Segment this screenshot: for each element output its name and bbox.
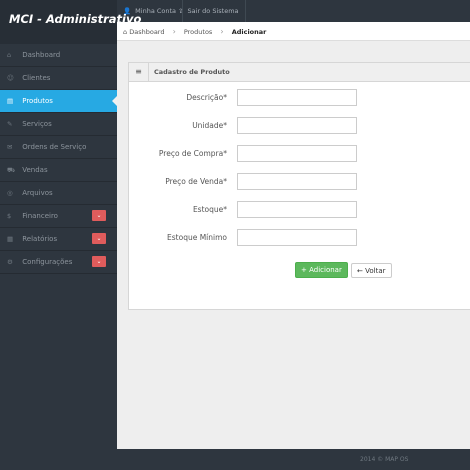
form-row-preco-compra: Preço de Compra* [129,145,470,162]
sidebar-item-label: Ordens de Serviço [22,143,87,151]
sidebar-item-label: Financeiro [22,212,58,220]
sidebar-item-financeiro[interactable]: $ Financeiro ⌄ [0,205,117,228]
plus-icon: + [301,266,307,274]
breadcrumb-adicionar[interactable]: Adicionar [232,28,267,36]
arrow-left-icon: ← [357,267,363,275]
footer-text: 2014 © MAP OS [360,456,409,463]
form-row-descricao: Descrição* [129,89,470,106]
product-form-panel: ≡ Cadastro de Produto Descrição* Unidade… [128,62,470,310]
add-button[interactable]: + Adicionar [295,262,348,278]
chevron-down-icon[interactable]: ⌄ [92,210,106,221]
sidebar-item-servicos[interactable]: ✎ Serviços [0,113,117,136]
share-icon: ⇪ [178,7,184,15]
sidebar-item-label: Configurações [22,258,73,266]
footer: 2014 © MAP OS [117,449,470,470]
barcode-icon: ▤ [7,97,14,105]
preco-compra-input[interactable] [237,145,357,162]
cart-icon: ⛟ [7,166,16,174]
chevron-down-icon[interactable]: ⌄ [92,256,106,267]
sidebar-item-label: Serviços [22,120,52,128]
chevron-down-icon[interactable]: ⌄ [92,233,106,244]
unidade-input[interactable] [237,117,357,134]
list-alt-icon: ▦ [7,235,14,243]
list-icon: ≡ [129,63,149,82]
breadcrumb: ⌂ Dashboard › Produtos › Adicionar [117,22,470,41]
sidebar-item-relatorios[interactable]: ▦ Relatórios ⌄ [0,228,117,251]
sidebar-item-vendas[interactable]: ⛟ Vendas [0,159,117,182]
sidebar-item-configuracoes[interactable]: ⚙ Configurações ⌄ [0,251,117,274]
sidebar-item-ordens-de-servico[interactable]: ✉ Ordens de Serviço [0,136,117,159]
estoque-minimo-input[interactable] [237,229,357,246]
estoque-input[interactable] [237,201,357,218]
estoque-minimo-label: Estoque Mínimo [167,233,227,242]
brand: MCI - Administrativo [0,0,141,44]
form-row-estoque: Estoque* [129,201,470,218]
home-icon: ⌂ [123,28,128,36]
breadcrumb-produtos[interactable]: Produtos [184,28,212,36]
group-icon: ☺ [7,74,14,82]
sidebar-item-produtos[interactable]: ▤ Produtos [0,90,117,113]
preco-venda-input[interactable] [237,173,357,190]
hdd-icon: ◎ [7,189,13,197]
main-content: ⌂ Dashboard › Produtos › Adicionar ≡ Cad… [117,22,470,449]
sidebar: ⌂ Dashboard ☺ Clientes ▤ Produtos ✎ Serv… [0,44,117,470]
wrench-icon: ✎ [7,120,13,128]
estoque-label: Estoque* [192,205,227,214]
sidebar-item-label: Arquivos [22,189,53,197]
home-icon: ⌂ [7,51,12,59]
tags-icon: ✉ [7,143,13,151]
preco-compra-label: Preço de Compra* [158,149,227,158]
sidebar-item-label: Vendas [22,166,48,174]
descricao-label: Descrição* [186,93,227,102]
logout-label: Sair do Sistema [187,7,239,15]
sidebar-item-dashboard[interactable]: ⌂ Dashboard [0,44,117,67]
logout-link[interactable]: ⇪ Sair do Sistema [172,0,246,22]
chevron-right-icon: › [220,27,224,36]
cog-icon: ⚙ [7,258,13,266]
add-button-label: Adicionar [309,266,342,274]
sidebar-item-label: Relatórios [22,235,58,243]
back-button[interactable]: ← Voltar [351,263,392,278]
form-row-preco-venda: Preço de Venda* [129,173,470,190]
sidebar-item-clientes[interactable]: ☺ Clientes [0,67,117,90]
preco-venda-label: Preço de Venda* [165,177,227,186]
back-button-label: Voltar [365,267,386,275]
breadcrumb-dashboard[interactable]: Dashboard [129,28,164,36]
descricao-input[interactable] [237,89,357,106]
form-row-estoque-minimo: Estoque Mínimo [129,229,470,246]
sidebar-item-arquivos[interactable]: ◎ Arquivos [0,182,117,205]
form-row-unidade: Unidade* [129,117,470,134]
panel-title: Cadastro de Produto [154,68,230,76]
sidebar-item-label: Produtos [22,97,53,105]
money-icon: $ [7,212,12,220]
chevron-right-icon: › [172,27,176,36]
unidade-label: Unidade* [192,121,227,130]
panel-header: ≡ Cadastro de Produto [129,63,470,82]
sidebar-item-label: Dashboard [22,51,61,59]
sidebar-item-label: Clientes [22,74,51,82]
